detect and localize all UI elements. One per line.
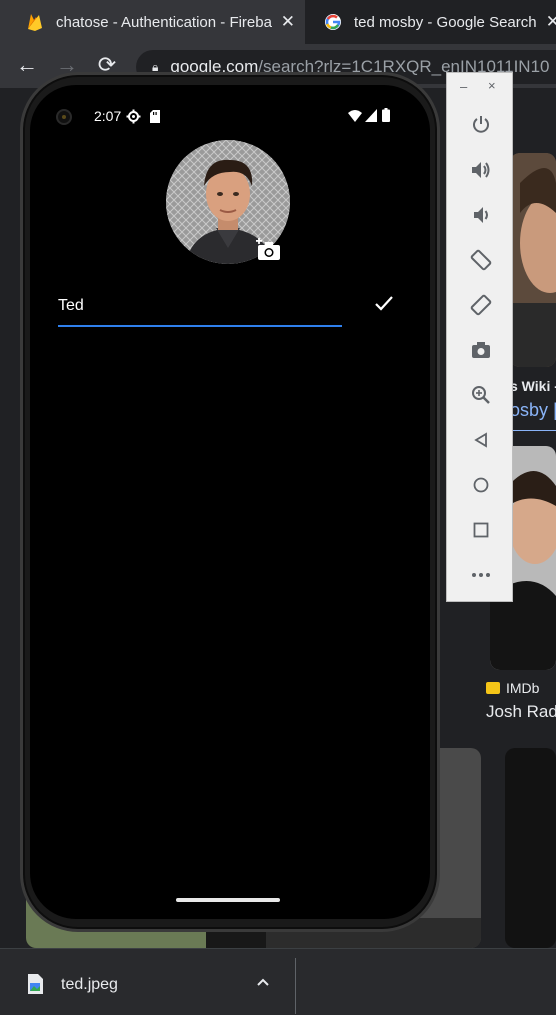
more-button[interactable] — [447, 558, 514, 592]
result-divider — [510, 430, 556, 431]
more-icon — [471, 573, 490, 577]
status-time: 2:07 — [94, 108, 122, 124]
screenshot-button[interactable] — [447, 333, 514, 367]
gesture-home-bar[interactable] — [176, 898, 280, 902]
settings-icon — [126, 109, 141, 124]
download-divider — [295, 958, 296, 1014]
close-icon[interactable]: ✕ — [546, 12, 556, 32]
back-icon — [473, 432, 487, 448]
front-camera — [56, 109, 72, 125]
tab-firebase[interactable]: chatose - Authentication - Fireba ✕ — [0, 0, 305, 44]
zoom-button[interactable] — [447, 378, 514, 412]
back-button[interactable] — [447, 423, 514, 457]
home-icon — [473, 477, 488, 493]
tab-title: chatose - Authentication - Fireba — [56, 13, 272, 31]
result-source[interactable]: IMDb — [486, 680, 556, 696]
rotate-left-icon — [470, 249, 491, 271]
volume-down-icon — [473, 207, 488, 223]
rotate-left-button[interactable] — [447, 243, 514, 277]
power-button[interactable] — [447, 107, 514, 141]
check-icon[interactable] — [372, 291, 396, 315]
emulator-controls-panel: – × — [446, 72, 513, 602]
imdb-icon — [486, 682, 500, 694]
minimize-icon[interactable]: – — [460, 79, 467, 94]
result-title[interactable]: Josh Rad — [486, 702, 556, 722]
chevron-up-icon[interactable] — [256, 974, 270, 992]
signal-icon — [365, 109, 377, 122]
close-icon[interactable]: × — [488, 78, 496, 93]
wifi-icon — [348, 110, 362, 122]
back-arrow-icon[interactable]: ← — [12, 50, 42, 80]
volume-up-icon — [471, 162, 489, 178]
rotate-right-button[interactable] — [447, 288, 514, 322]
zoom-icon — [471, 386, 490, 404]
google-icon — [325, 14, 341, 30]
volume-up-button[interactable] — [447, 153, 514, 187]
rotate-right-icon — [470, 294, 491, 316]
result-site[interactable]: s Wiki - — [510, 378, 556, 394]
result-source-label: IMDb — [506, 680, 540, 696]
phone-screen: 2:07 Ted — [30, 85, 430, 919]
tab-google-search[interactable]: ted mosby - Google Search ✕ — [310, 0, 556, 44]
image-file-icon — [28, 974, 43, 994]
overview-button[interactable] — [447, 513, 514, 547]
close-icon[interactable]: ✕ — [281, 12, 295, 32]
screenshot-icon — [471, 342, 490, 358]
add-photo-icon[interactable] — [256, 237, 282, 261]
result-image[interactable] — [505, 748, 556, 948]
name-input-underline — [58, 325, 342, 327]
overview-icon — [473, 522, 488, 538]
power-icon — [472, 116, 489, 133]
sd-card-icon — [150, 110, 160, 123]
tab-title: ted mosby - Google Search — [354, 13, 537, 31]
firebase-icon — [28, 14, 42, 31]
download-file-name[interactable]: ted.jpeg — [61, 976, 118, 994]
result-title[interactable]: osby | H — [510, 400, 556, 421]
battery-icon — [382, 108, 390, 122]
result-image[interactable] — [510, 153, 556, 367]
volume-down-button[interactable] — [447, 198, 514, 232]
home-button[interactable] — [447, 468, 514, 502]
